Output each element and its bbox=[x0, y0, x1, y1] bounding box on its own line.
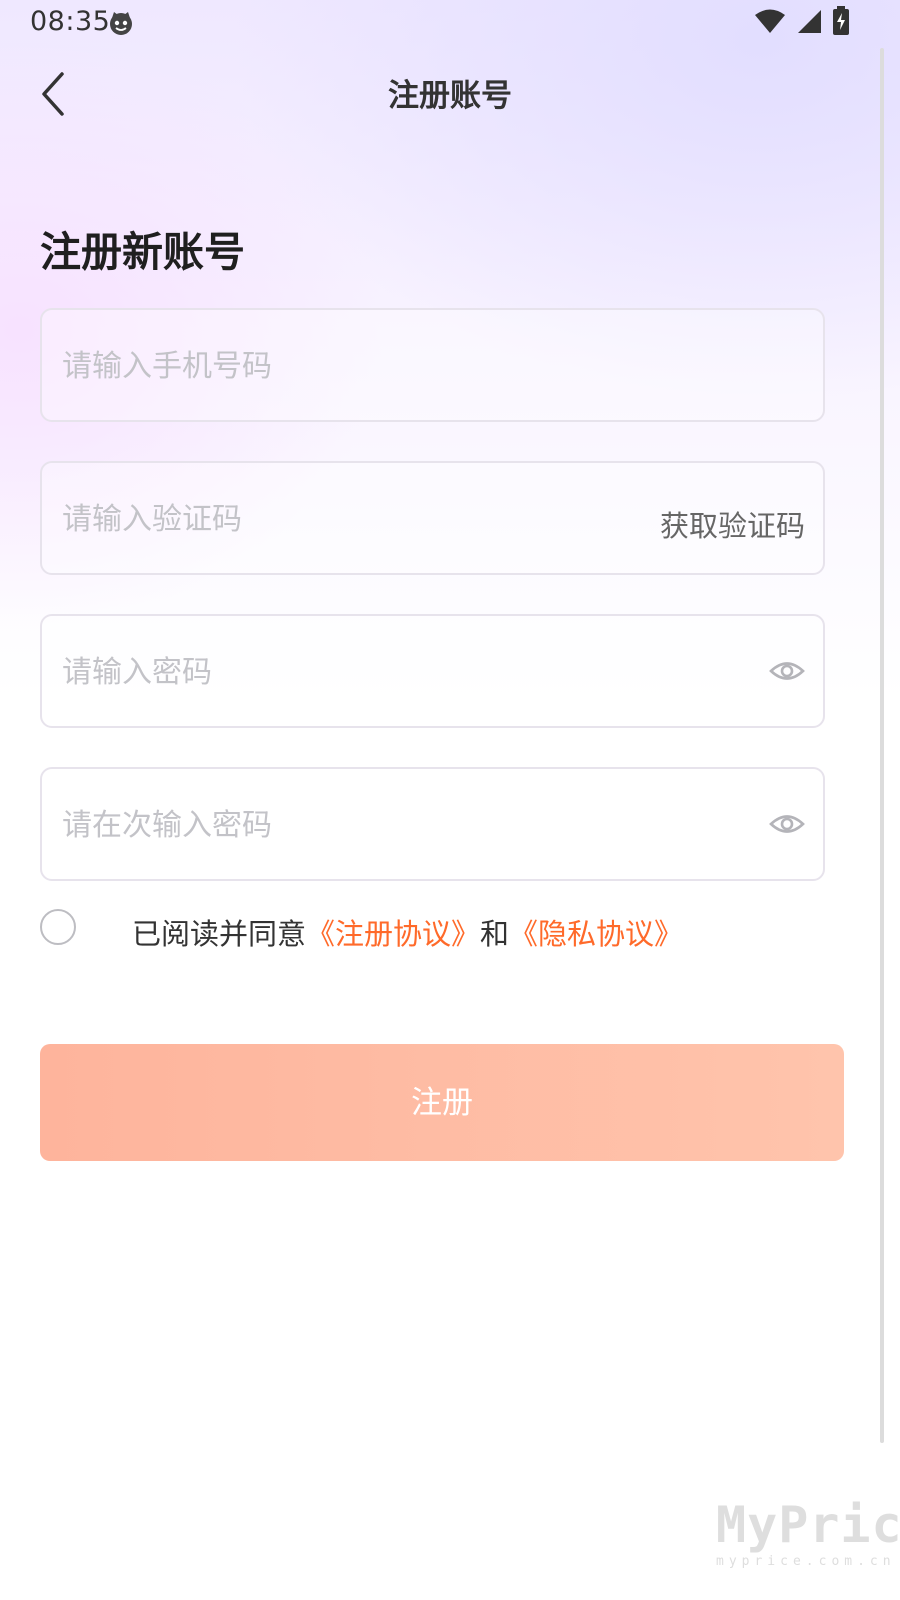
agreement-middle: 和 bbox=[480, 917, 510, 951]
status-bar: 08:35 bbox=[0, 0, 900, 46]
get-code-button[interactable]: 获取验证码 bbox=[660, 503, 805, 545]
status-icons bbox=[754, 6, 850, 40]
register-agreement-link[interactable]: 《注册协议》 bbox=[306, 917, 480, 951]
confirm-password-field bbox=[40, 767, 825, 881]
privacy-agreement-link[interactable]: 《隐私协议》 bbox=[509, 917, 683, 951]
signal-icon bbox=[796, 8, 822, 38]
code-input[interactable] bbox=[60, 463, 624, 575]
status-time: 08:35 bbox=[30, 6, 111, 37]
agreement-prefix: 已阅读并同意 bbox=[132, 917, 307, 951]
page-title: 注册账号 bbox=[388, 78, 512, 114]
phone-field bbox=[40, 308, 825, 422]
password-field bbox=[40, 614, 825, 728]
password-input[interactable] bbox=[60, 616, 624, 728]
confirm-password-input[interactable] bbox=[60, 769, 624, 881]
watermark: MyPrice myprice.com.cn bbox=[716, 1496, 900, 1569]
eye-icon[interactable] bbox=[769, 809, 805, 839]
register-button[interactable]: 注册 bbox=[40, 1044, 844, 1161]
eye-icon[interactable] bbox=[769, 656, 805, 686]
phone-input[interactable] bbox=[60, 310, 624, 422]
form-heading: 注册新账号 bbox=[40, 228, 245, 276]
agreement-row: 已阅读并同意《注册协议》和《隐私协议》 bbox=[40, 907, 860, 951]
scrollbar bbox=[880, 48, 884, 1443]
agreement-text: 已阅读并同意《注册协议》和《隐私协议》 bbox=[132, 911, 683, 953]
watermark-brand: MyPrice bbox=[716, 1496, 900, 1554]
agree-checkbox[interactable] bbox=[40, 909, 76, 945]
title-bar: 注册账号 bbox=[0, 56, 900, 126]
code-field: 获取验证码 bbox=[40, 461, 825, 575]
battery-charging-icon bbox=[832, 6, 850, 40]
wifi-icon bbox=[754, 8, 786, 38]
cat-face-icon bbox=[108, 10, 134, 36]
watermark-url: myprice.com.cn bbox=[716, 1554, 896, 1569]
